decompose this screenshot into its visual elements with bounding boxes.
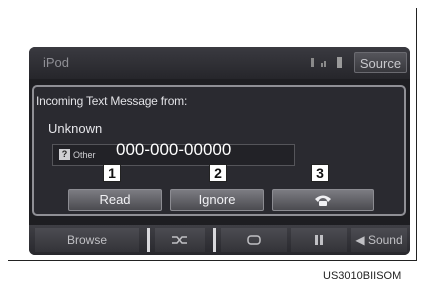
status-icons [311, 56, 351, 70]
source-button[interactable]: Source [354, 52, 407, 73]
phone-type-label: Other [73, 150, 96, 160]
sender-number-field: ? Other 000-000-00000 [52, 140, 295, 166]
signal-icon [321, 63, 323, 67]
read-button[interactable]: Read [68, 189, 162, 211]
sound-button[interactable]: ◀ Sound [351, 228, 407, 252]
bluetooth-icon [311, 58, 314, 67]
call-button[interactable] [272, 189, 374, 211]
repeat-icon [247, 235, 261, 245]
incoming-message-popup: Incoming Text Message from: Unknown ? Ot… [32, 85, 406, 216]
popup-heading: Incoming Text Message from: [36, 94, 188, 108]
phone-number: 000-000-00000 [116, 140, 232, 159]
sound-label: Sound [367, 233, 403, 247]
figure-code: US3010BIISOM [323, 270, 402, 282]
ignore-button[interactable]: Ignore [170, 189, 264, 211]
pause-button[interactable] [291, 228, 347, 252]
head-unit-screen: iPod Source Incoming Text Message from: … [29, 47, 410, 255]
signal-bar [324, 61, 326, 67]
sender-name: Unknown [48, 121, 103, 136]
pause-icon [315, 235, 323, 245]
app-title: iPod [43, 55, 70, 70]
bottom-bar: Browse ◀ Sound [29, 225, 410, 255]
speaker-icon: ◀ [355, 233, 365, 247]
top-bar: iPod Source [29, 47, 410, 79]
divider [213, 228, 216, 252]
divider [147, 228, 150, 252]
phone-handset-icon [315, 195, 331, 206]
callout-1: 1 [103, 164, 121, 182]
shuffle-button[interactable] [155, 228, 205, 252]
browse-button[interactable]: Browse [35, 228, 139, 252]
callout-3: 3 [311, 164, 329, 182]
shuffle-icon [172, 236, 187, 244]
repeat-button[interactable] [221, 228, 287, 252]
callout-2: 2 [209, 164, 227, 182]
phone-type-icon: ? [59, 149, 70, 160]
battery-icon [337, 57, 342, 68]
